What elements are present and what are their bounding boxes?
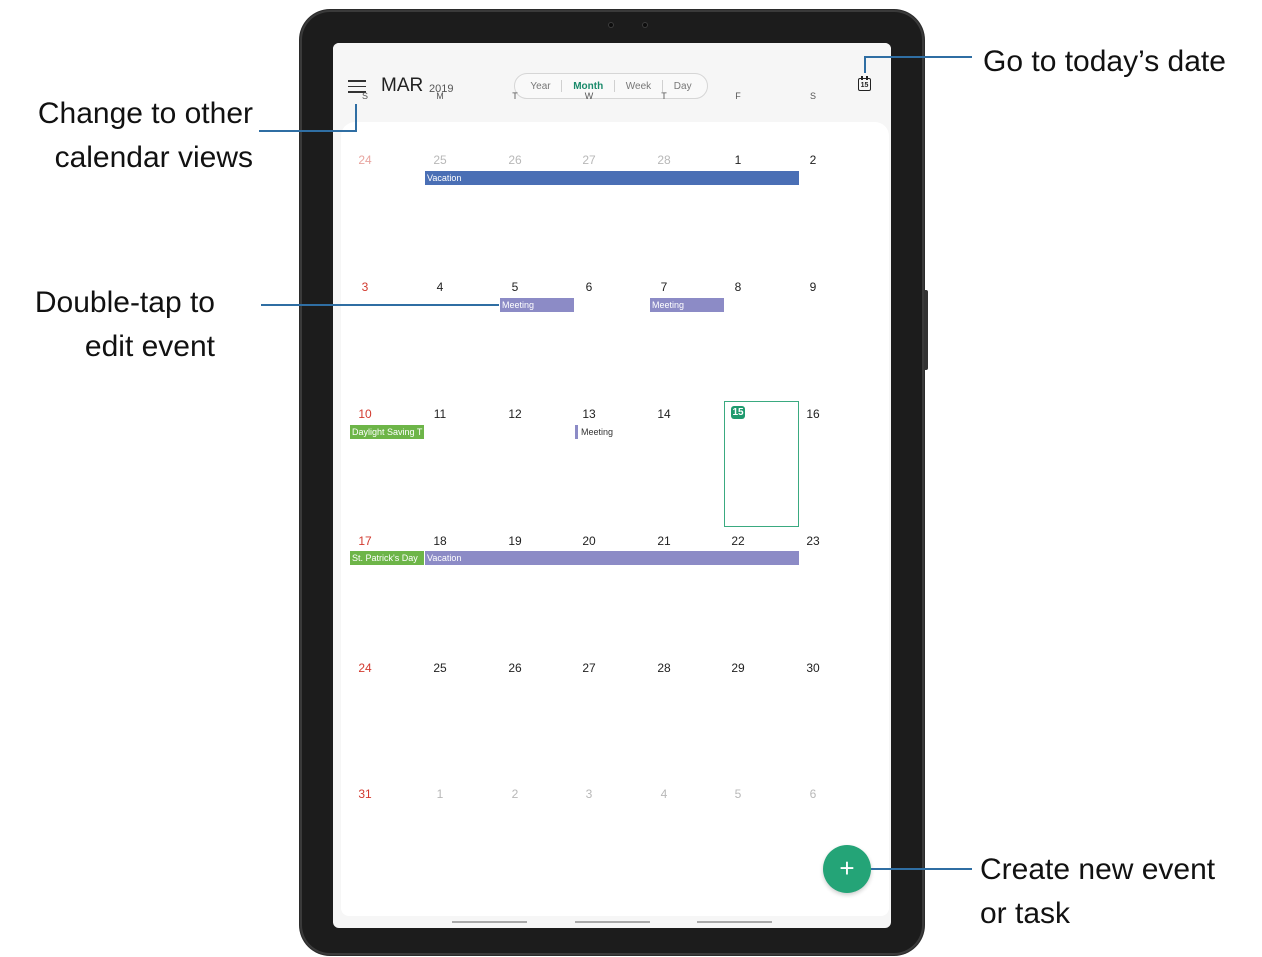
day-cell[interactable]: 31	[350, 787, 380, 801]
event-st-patricks[interactable]: St. Patrick's Day	[350, 551, 424, 565]
day-cell[interactable]: 2	[500, 787, 530, 801]
callout-text: or task	[980, 897, 1071, 930]
nav-hint	[452, 921, 527, 923]
day-cell[interactable]: 29	[723, 661, 753, 675]
today-calendar-icon[interactable]: 15	[858, 76, 873, 92]
day-cell[interactable]: 10	[350, 407, 380, 421]
separator	[614, 80, 615, 92]
day-cell[interactable]: 20	[574, 534, 604, 548]
weekday-mon: M	[436, 91, 444, 101]
day-cell[interactable]: 1	[425, 787, 455, 801]
callout-line	[259, 130, 357, 132]
day-cell[interactable]: 19	[500, 534, 530, 548]
day-cell[interactable]: 13	[574, 407, 604, 421]
day-cell[interactable]: 26	[500, 153, 530, 167]
callout-line	[261, 304, 499, 306]
event-meeting[interactable]: Meeting	[650, 298, 724, 312]
day-cell[interactable]: 28	[649, 661, 679, 675]
callout-text: Double-tap to	[34, 286, 215, 319]
callout-line	[866, 56, 972, 58]
weekday-sat: S	[809, 91, 816, 101]
callout-text: Go to today’s date	[983, 45, 1226, 78]
nav-hint	[697, 921, 772, 923]
day-cell[interactable]: 28	[649, 153, 679, 167]
view-day-tab[interactable]: Day	[670, 81, 696, 92]
view-month-tab[interactable]: Month	[569, 81, 607, 92]
day-cell[interactable]: 1	[723, 153, 753, 167]
day-cell[interactable]: 30	[798, 661, 828, 675]
day-cell[interactable]: 14	[649, 407, 679, 421]
day-cell[interactable]: 27	[574, 661, 604, 675]
event-meeting[interactable]: Meeting	[500, 298, 574, 312]
event-meeting[interactable]: Meeting	[575, 425, 635, 439]
view-year-tab[interactable]: Year	[526, 81, 554, 92]
event-vacation[interactable]: Vacation	[425, 551, 799, 565]
day-cell[interactable]: 18	[425, 534, 455, 548]
front-camera	[608, 22, 614, 28]
day-cell[interactable]: 6	[574, 280, 604, 294]
day-cell[interactable]: 17	[350, 534, 380, 548]
weekday-sun: S	[361, 91, 368, 101]
day-cell[interactable]: 11	[425, 407, 455, 421]
day-cell[interactable]: 5	[500, 280, 530, 294]
callout-new-event: Create new event or task	[980, 848, 1262, 936]
day-cell[interactable]: 22	[723, 534, 753, 548]
day-cell[interactable]: 3	[574, 787, 604, 801]
day-cell[interactable]: 25	[425, 661, 455, 675]
separator	[561, 80, 563, 92]
calendar-header: MAR 2019 Year Month Week Day 15	[333, 43, 891, 123]
add-event-button[interactable]: +	[823, 845, 871, 893]
weekday-wed: W	[584, 91, 594, 101]
day-cell[interactable]: 12	[500, 407, 530, 421]
view-week-tab[interactable]: Week	[622, 81, 655, 92]
today-badge: 15	[731, 406, 745, 419]
day-cell[interactable]: 26	[500, 661, 530, 675]
day-cell[interactable]: 7	[649, 280, 679, 294]
callout-text: calendar views	[54, 141, 253, 174]
callout-text: edit event	[84, 330, 215, 363]
month-label: MAR	[381, 75, 424, 96]
callout-line	[871, 868, 972, 870]
day-cell[interactable]: 9	[798, 280, 828, 294]
callout-line	[864, 56, 866, 73]
callout-line	[355, 104, 357, 132]
callout-text: Create new event	[980, 853, 1216, 886]
day-cell[interactable]: 23	[798, 534, 828, 548]
callout-calendar-views: Change to other calendar views	[5, 92, 253, 180]
today-icon-number: 15	[860, 82, 869, 89]
weekday-thu: T	[661, 91, 667, 101]
day-cell[interactable]: 27	[574, 153, 604, 167]
day-cell[interactable]: 8	[723, 280, 753, 294]
view-switcher: Year Month Week Day	[514, 73, 708, 99]
day-cell[interactable]: 25	[425, 153, 455, 167]
event-vacation[interactable]: Vacation	[425, 171, 799, 185]
day-cell[interactable]: 5	[723, 787, 753, 801]
day-cell[interactable]: 4	[425, 280, 455, 294]
nav-hint	[575, 921, 650, 923]
callout-today-date: Go to today’s date	[983, 40, 1262, 84]
callout-edit-event: Double-tap to edit event	[0, 281, 215, 369]
day-cell[interactable]: 24	[350, 661, 380, 675]
today-cell[interactable]	[724, 401, 799, 527]
sensor	[642, 22, 648, 28]
side-button	[924, 290, 928, 370]
event-daylight-saving[interactable]: Daylight Saving T	[350, 425, 424, 439]
day-cell[interactable]: 4	[649, 787, 679, 801]
day-cell[interactable]: 16	[798, 407, 828, 421]
weekday-tue: T	[512, 91, 518, 101]
day-cell[interactable]: 2	[798, 153, 828, 167]
weekday-fri: F	[735, 91, 741, 101]
day-cell[interactable]: 3	[350, 280, 380, 294]
day-cell[interactable]: 24	[350, 153, 380, 167]
callout-text: Change to other	[37, 97, 253, 130]
day-cell[interactable]: 6	[798, 787, 828, 801]
day-cell[interactable]: 21	[649, 534, 679, 548]
